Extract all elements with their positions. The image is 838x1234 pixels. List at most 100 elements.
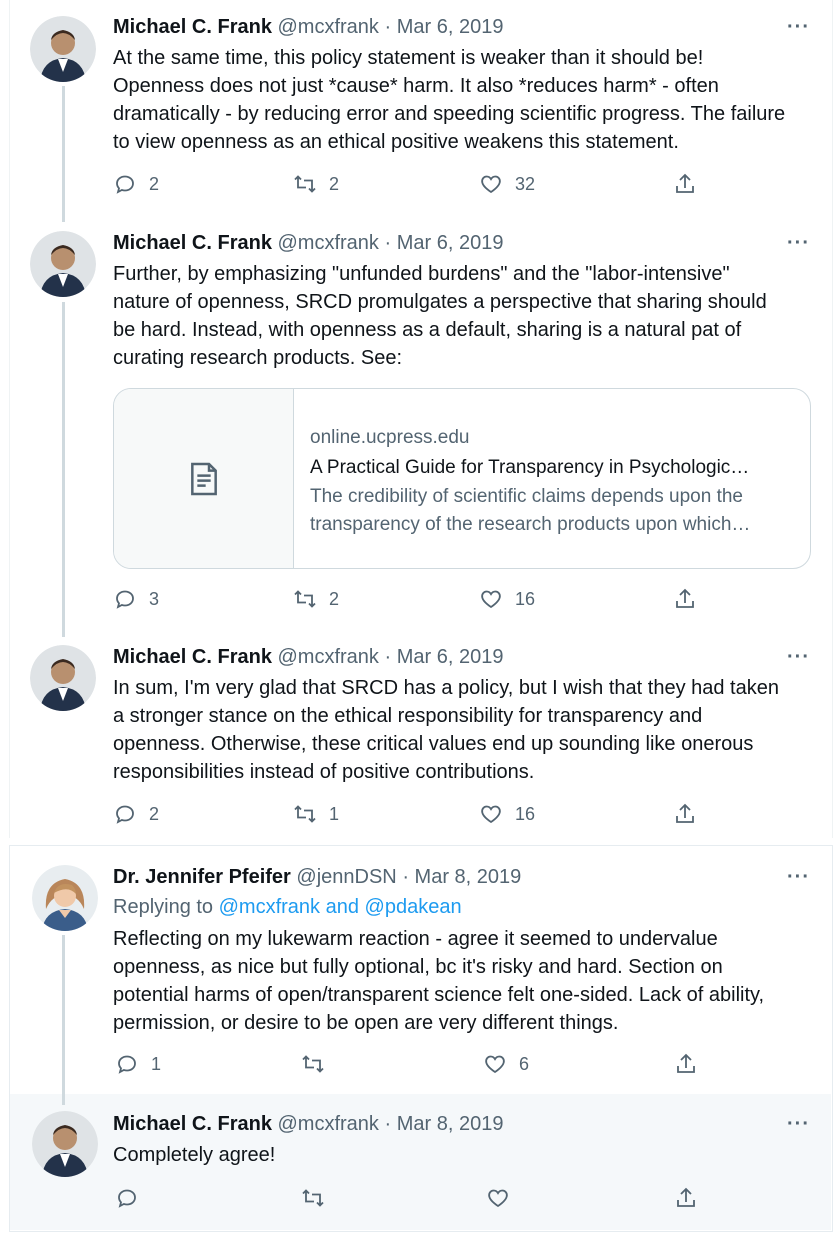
like-count: 32 [515, 173, 536, 194]
tweet-actions: 1 6 [113, 1052, 813, 1082]
share-button[interactable] [673, 172, 697, 196]
retweet-icon [294, 175, 316, 193]
share-button[interactable] [673, 587, 697, 611]
like-button[interactable]: 32 [479, 172, 535, 196]
reply-button[interactable]: 3 [113, 587, 159, 611]
share-icon [676, 803, 694, 823]
card-title: A Practical Guide for Transparency in Ps… [310, 457, 750, 478]
retweet-count: 2 [329, 173, 340, 194]
tweet-actions: 3 2 16 [113, 587, 813, 617]
heart-icon [488, 1189, 508, 1208]
share-button[interactable] [674, 1052, 698, 1076]
tweet-text: Completely agree! [113, 1141, 813, 1169]
like-count: 6 [519, 1053, 530, 1074]
like-count: 16 [515, 588, 536, 609]
replying-to-prefix: Replying to [113, 896, 214, 918]
author-name[interactable]: Dr. Jennifer Pfeifer [113, 866, 291, 888]
avatar[interactable] [30, 645, 96, 711]
retweet-icon [302, 1055, 324, 1073]
tweet-date[interactable]: · Mar 6, 2019 [385, 646, 504, 668]
like-button[interactable] [486, 1186, 510, 1210]
avatar[interactable] [30, 16, 96, 82]
more-options-icon[interactable]: ··· [787, 646, 810, 669]
tweet-text: Reflecting on my lukewarm reaction - agr… [113, 925, 813, 1037]
tweet-header: Dr. Jennifer Pfeifer @jennDSN · Mar 8, 2… [113, 866, 521, 889]
author-handle[interactable]: @mcxfrank [278, 1113, 379, 1135]
retweet-button[interactable]: 1 [293, 802, 339, 826]
tweet-text-line: to view openness as an ethical positive … [113, 131, 679, 153]
retweet-button[interactable] [301, 1052, 337, 1076]
heart-icon [485, 1055, 505, 1074]
tweet-text-line: In sum, I'm very glad that SRCD has a po… [113, 677, 779, 699]
like-button[interactable]: 16 [479, 587, 535, 611]
reply-button[interactable]: 1 [115, 1052, 161, 1076]
author-handle[interactable]: @mcxfrank [278, 16, 379, 38]
reply-button[interactable]: 2 [113, 172, 159, 196]
link-preview-card[interactable]: online.ucpress.edu A Practical Guide for… [113, 388, 811, 569]
replying-to-handles[interactable]: @mcxfrank and @pdakean [219, 896, 462, 918]
author-name[interactable]: Michael C. Frank [113, 16, 272, 38]
tweet-date[interactable]: · Mar 6, 2019 [385, 16, 504, 38]
retweet-button[interactable]: 2 [293, 172, 339, 196]
tweet-text-line: Reflecting on my lukewarm reaction - agr… [113, 928, 718, 950]
card-description-line: The credibility of scientific claims dep… [310, 486, 744, 507]
avatar[interactable] [32, 865, 98, 931]
tweet-text-line: responsibilities instead of positive con… [113, 761, 535, 783]
tweet-text-line: a stronger stance on the ethical respons… [113, 705, 703, 727]
replying-to: Replying to @mcxfrank and @pdakean [113, 896, 462, 919]
thread-line [62, 935, 65, 1105]
tweet-text-line: openness. Otherwise, these critical valu… [113, 733, 754, 755]
more-options-icon[interactable]: ··· [787, 16, 810, 39]
retweet-button[interactable] [301, 1186, 325, 1210]
avatar[interactable] [32, 1111, 98, 1177]
heart-icon [481, 805, 501, 824]
share-button[interactable] [673, 802, 697, 826]
more-options-icon[interactable]: ··· [787, 1113, 810, 1136]
avatar[interactable] [30, 231, 96, 297]
tweet-text-line: be hard. Instead, with openness as a def… [113, 319, 742, 341]
retweet-icon [294, 805, 316, 823]
tweet-actions [113, 1186, 813, 1216]
reply-count: 2 [149, 803, 160, 824]
author-handle[interactable]: @jennDSN [296, 866, 396, 888]
card-domain: online.ucpress.edu [310, 427, 470, 448]
reply-count: 1 [151, 1053, 162, 1074]
tweet-header: Michael C. Frank @mcxfrank · Mar 6, 2019 [113, 232, 503, 255]
heart-icon [481, 175, 501, 194]
reply-icon [118, 1055, 136, 1074]
retweet-button[interactable]: 2 [293, 587, 339, 611]
tweet-text: At the same time, this policy statement … [113, 44, 813, 156]
more-options-icon[interactable]: ··· [787, 866, 810, 889]
thread-line [62, 86, 65, 222]
author-name[interactable]: Michael C. Frank [113, 1113, 272, 1135]
tweet-text-line: Further, by emphasizing "unfunded burden… [113, 263, 730, 285]
tweet-text-line: At the same time, this policy statement … [113, 47, 704, 69]
reply-icon [116, 590, 134, 609]
heart-icon [481, 590, 501, 609]
reply-button[interactable] [115, 1186, 139, 1210]
author-handle[interactable]: @mcxfrank [278, 232, 379, 254]
tweet-date[interactable]: · Mar 6, 2019 [385, 232, 504, 254]
reply-button[interactable]: 2 [113, 802, 159, 826]
more-options-icon[interactable]: ··· [787, 232, 810, 255]
document-icon [190, 462, 217, 495]
author-name[interactable]: Michael C. Frank [113, 646, 272, 668]
like-button[interactable]: 6 [483, 1052, 529, 1076]
author-handle[interactable]: @mcxfrank [278, 646, 379, 668]
reply-icon [116, 175, 134, 194]
tweet-date[interactable]: · Mar 8, 2019 [402, 866, 521, 888]
tweet-text-line: dramatically - by reducing error and spe… [113, 103, 786, 125]
card-description-line: transparency of the research products up… [310, 514, 751, 535]
like-button[interactable]: 16 [479, 802, 535, 826]
author-name[interactable]: Michael C. Frank [113, 232, 272, 254]
reply-count: 3 [149, 588, 160, 609]
tweet-date[interactable]: · Mar 8, 2019 [385, 1113, 504, 1135]
tweet-text: In sum, I'm very glad that SRCD has a po… [113, 674, 813, 786]
share-icon [676, 173, 694, 193]
tweet-header: Michael C. Frank @mcxfrank · Mar 8, 2019 [113, 1113, 503, 1136]
tweet-header: Michael C. Frank @mcxfrank · Mar 6, 2019 [113, 646, 503, 669]
share-button[interactable] [674, 1186, 698, 1210]
reply-icon [118, 1189, 136, 1208]
tweet-text-line: permission, or desire to be open are ver… [113, 1012, 619, 1034]
thread-line [62, 302, 65, 637]
